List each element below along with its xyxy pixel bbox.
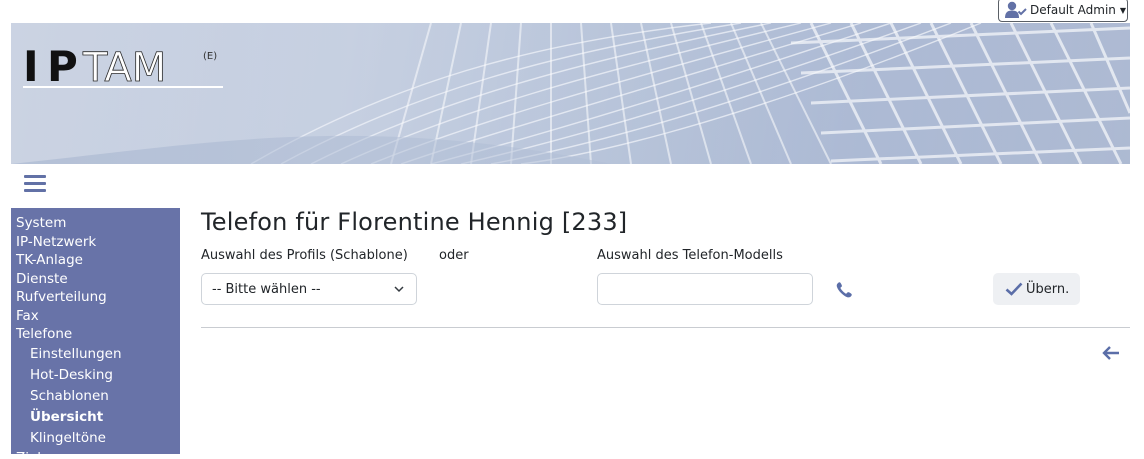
sidebar-item-telefone[interactable]: Telefone — [11, 325, 180, 344]
chevron-down-icon — [394, 286, 404, 293]
divider — [201, 327, 1130, 328]
iptam-logo: I P TAM (E) — [23, 35, 233, 95]
sidebar-subitem-schablonen[interactable]: Schablonen — [11, 386, 180, 407]
sidebar-subitem-einstellungen[interactable]: Einstellungen — [11, 344, 180, 365]
apply-button[interactable]: Übern. — [993, 273, 1080, 305]
svg-text:I: I — [23, 42, 39, 91]
sidebar-subitem-uebersicht[interactable]: Übersicht — [11, 407, 180, 428]
sidebar-item-rufverteilung[interactable]: Rufverteilung — [11, 288, 180, 307]
caret-down-icon: ▼ — [1119, 5, 1127, 15]
sidebar-item-system[interactable]: System — [11, 214, 180, 233]
back-arrow-icon[interactable] — [1102, 345, 1120, 361]
header-banner: I P TAM (E) — [11, 23, 1130, 164]
phone-icon[interactable] — [834, 280, 854, 300]
phone-model-input[interactable] — [597, 273, 813, 305]
sidebar-item-dienste[interactable]: Dienste — [11, 270, 180, 289]
sidebar-nav: System IP-Netzwerk TK-Anlage Dienste Ruf… — [11, 208, 180, 459]
check-icon — [1005, 282, 1023, 296]
sidebar-item-ip-netzwerk[interactable]: IP-Netzwerk — [11, 233, 180, 252]
apply-button-label: Übern. — [1026, 281, 1070, 297]
sidebar-subitem-klingeltoene[interactable]: Klingeltöne — [11, 428, 180, 449]
sidebar-item-fax[interactable]: Fax — [11, 307, 180, 326]
page-title: Telefon für Florentine Hennig [233] — [201, 208, 628, 236]
svg-text:TAM: TAM — [82, 45, 166, 91]
svg-text:P: P — [47, 42, 78, 91]
user-menu-button[interactable]: Default Admin ▼ — [998, 0, 1128, 22]
profile-select-value: -- Bitte wählen -- — [212, 281, 321, 297]
sidebar-item-tk-anlage[interactable]: TK-Anlage — [11, 251, 180, 270]
profile-label: Auswahl des Profils (Schablone) — [201, 248, 408, 263]
menu-toggle-icon[interactable] — [24, 174, 46, 194]
user-menu-label: Default Admin — [1030, 3, 1116, 17]
sidebar-subitem-hot-desking[interactable]: Hot-Desking — [11, 365, 180, 386]
profile-select[interactable]: -- Bitte wählen -- — [201, 273, 417, 305]
user-check-icon — [1005, 1, 1027, 19]
or-label: oder — [439, 248, 469, 263]
svg-text:(E): (E) — [203, 51, 217, 62]
model-label: Auswahl des Telefon-Modells — [597, 248, 783, 263]
